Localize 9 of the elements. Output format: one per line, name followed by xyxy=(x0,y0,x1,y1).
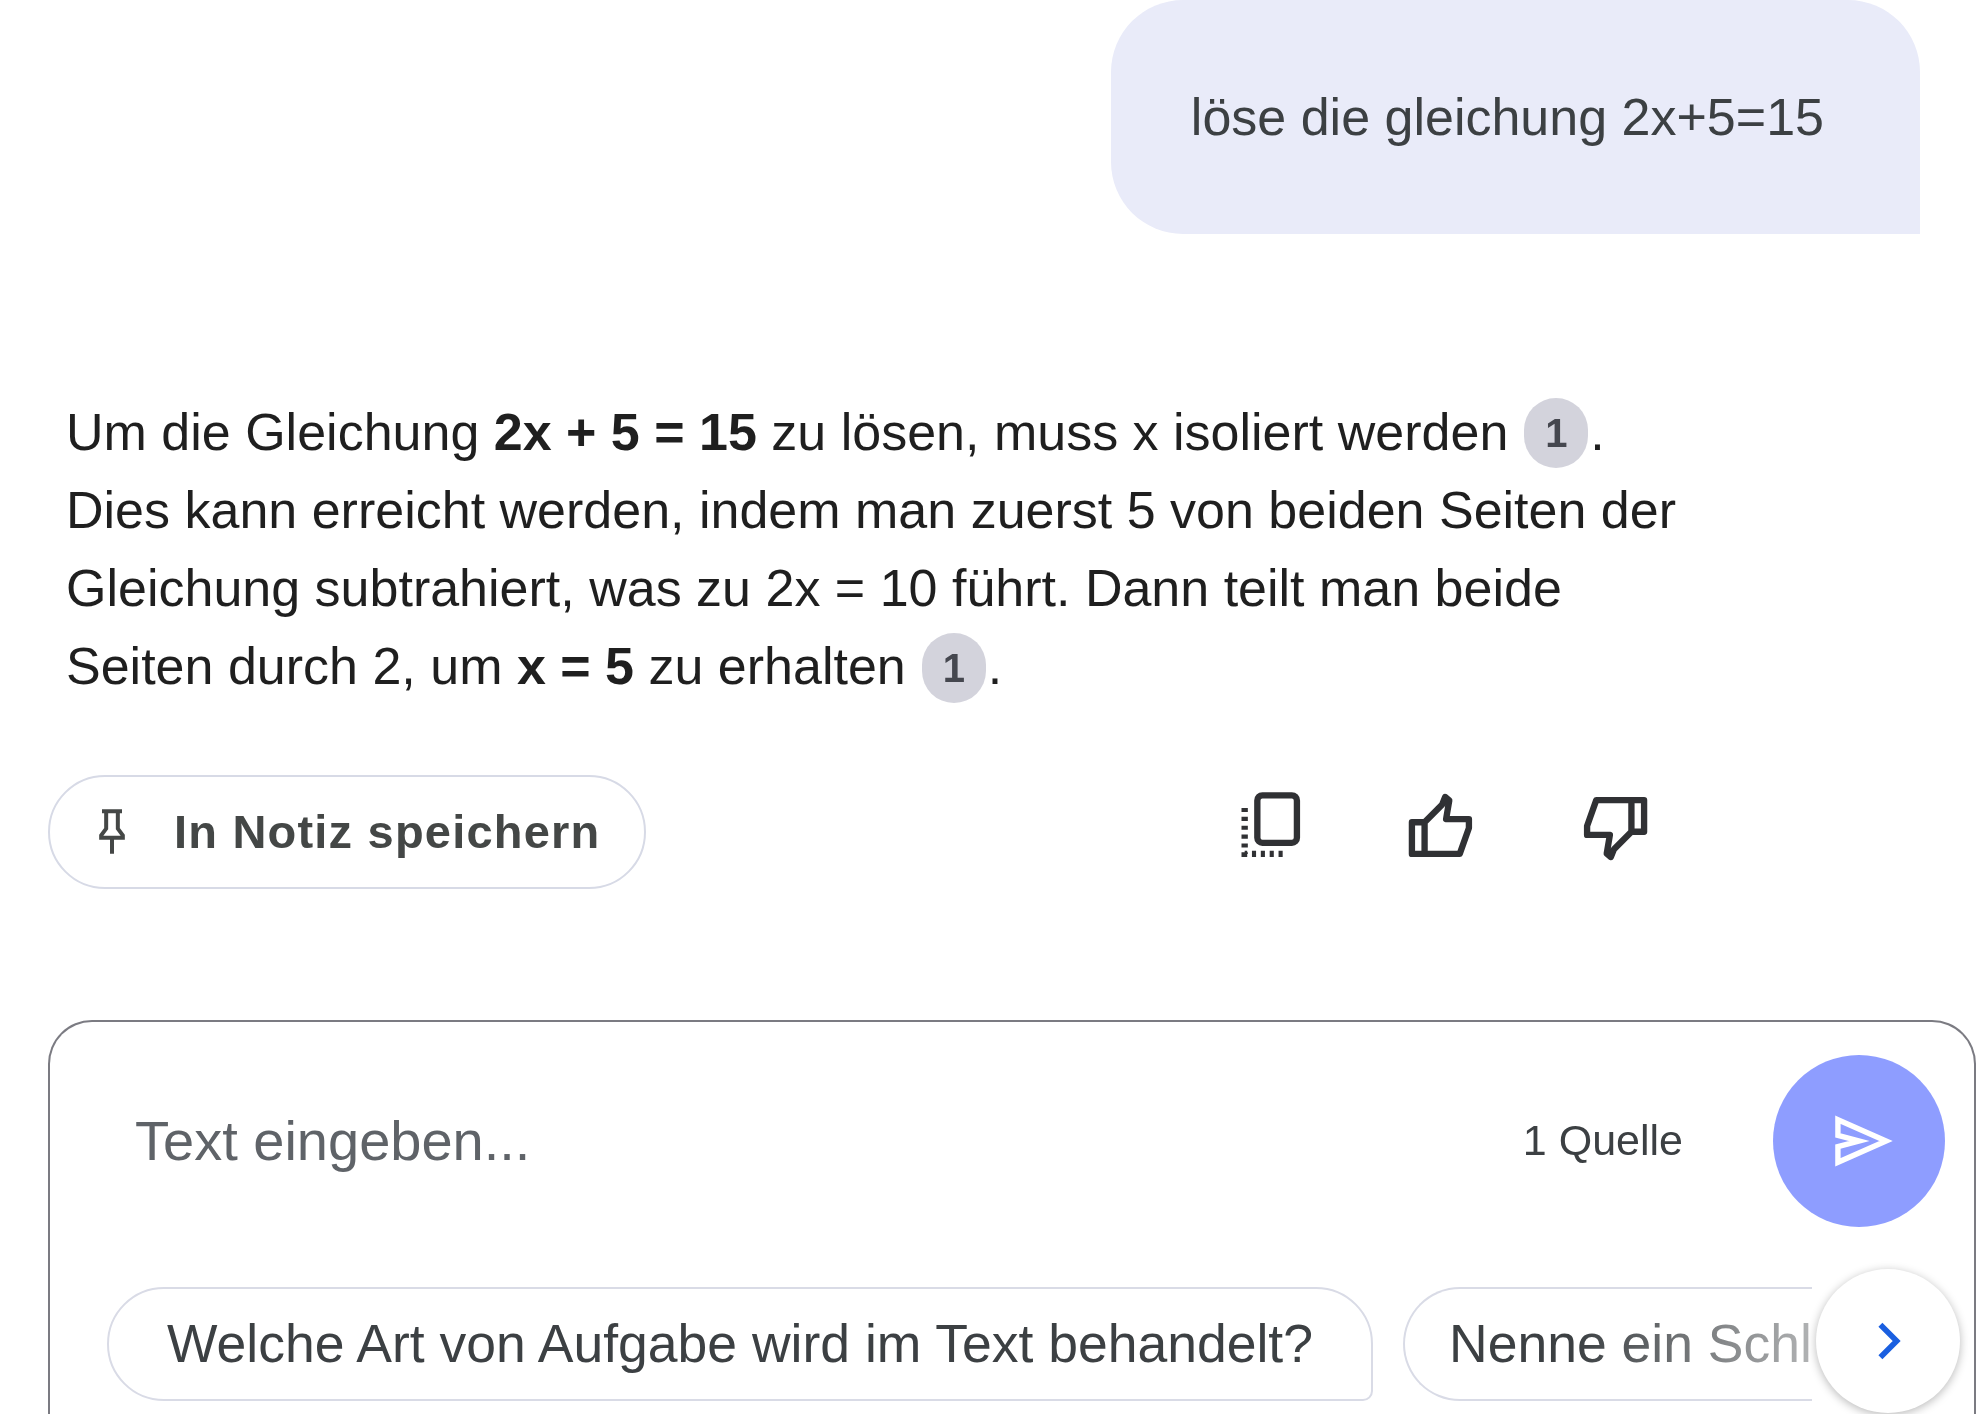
user-message: löse die gleichung 2x+5=15 xyxy=(1110,0,1920,234)
suggestion-chip[interactable]: Welche Art von Aufgabe wird im Text behandelt? xyxy=(107,1286,1373,1401)
citation-chip[interactable]: 1 xyxy=(921,632,986,703)
citation-chip[interactable]: 1 xyxy=(1524,398,1589,469)
source-count: 1 Quelle xyxy=(1522,1116,1683,1166)
save-note-button[interactable]: In Notiz speichern xyxy=(48,774,647,889)
answer-paragraph: Um die Gleichung 2x + 5 = 15 zu lösen, muss x isoliert werden 1 . Dies kann erreicht werden, indem man zuerst 5 von beiden Seiten der Gleichung subtrahiert, was zu 2x = 10 führt. Dann teilt man beide Seiten durch 2, um x = 5 zu erhalten 1 . xyxy=(66,393,1711,706)
message-input[interactable]: Text eingeben... xyxy=(135,1102,1483,1179)
suggestion-chip[interactable]: Nenne ein Schl xyxy=(1403,1286,1812,1401)
